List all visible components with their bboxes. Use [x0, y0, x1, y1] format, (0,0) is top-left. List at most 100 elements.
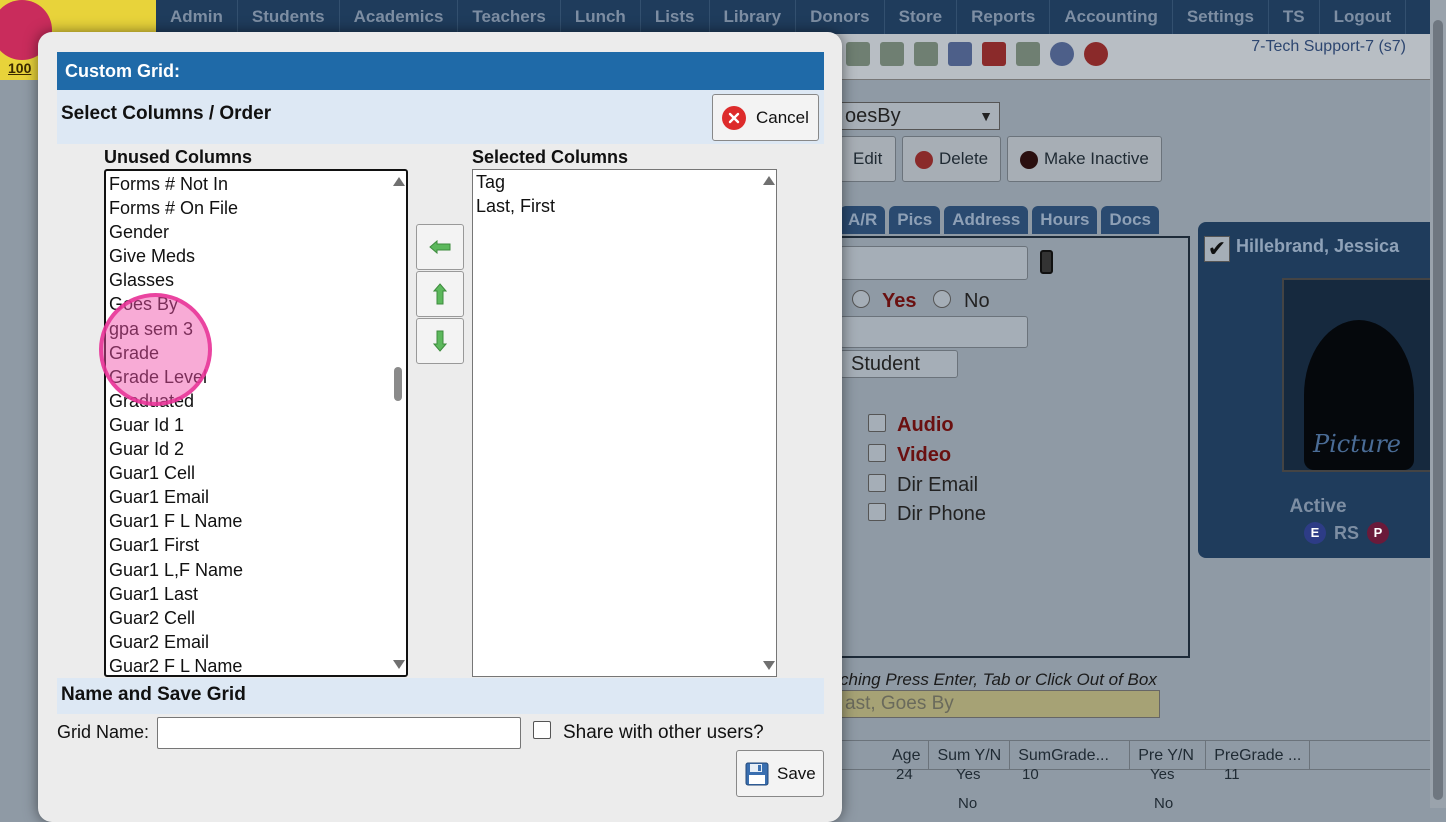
scroll-down-icon[interactable]	[763, 661, 775, 670]
nav-accounting[interactable]: Accounting	[1050, 0, 1173, 34]
card-icon[interactable]	[880, 42, 904, 66]
audio-checkbox[interactable]	[868, 414, 886, 432]
e-badge-icon[interactable]: E	[1304, 522, 1326, 544]
help-icon[interactable]	[1050, 42, 1074, 66]
yes-radio[interactable]	[852, 290, 870, 308]
scroll-up-icon[interactable]	[393, 177, 405, 186]
p-badge-icon[interactable]: P	[1367, 522, 1390, 544]
list-item[interactable]: Glasses	[109, 268, 390, 292]
secondary-field[interactable]	[840, 316, 1028, 348]
student-photo[interactable]: Picture	[1282, 278, 1432, 472]
grid-header-pregrade[interactable]: PreGrade ...	[1206, 741, 1311, 769]
power-icon[interactable]	[1084, 42, 1108, 66]
list-item[interactable]: Tag	[476, 170, 760, 194]
list-item[interactable]: Goes By	[109, 292, 390, 316]
grid-header-sum[interactable]: Sum Y/N	[929, 741, 1011, 769]
list-item[interactable]: Guar2 Email	[109, 630, 390, 654]
delete-button-label: Delete	[939, 149, 989, 168]
cancel-button[interactable]: Cancel	[712, 94, 819, 141]
nav-lists[interactable]: Lists	[641, 0, 710, 34]
tab-pics[interactable]: Pics	[889, 206, 941, 234]
edit-button[interactable]: Edit	[840, 136, 896, 182]
grid-header-sumgrade[interactable]: SumGrade...	[1010, 741, 1131, 769]
nav-store[interactable]: Store	[885, 0, 958, 34]
grid-header-age[interactable]: Age	[840, 741, 930, 769]
edit-button-label: Edit	[853, 149, 883, 168]
money-icon[interactable]	[1016, 42, 1040, 66]
list-item[interactable]: Guar2 F L Name	[109, 654, 390, 675]
list-item[interactable]: Grade Level	[109, 365, 390, 389]
list-item[interactable]: Guar Id 2	[109, 437, 390, 461]
type-select[interactable]: Student	[840, 350, 958, 378]
list-item[interactable]: Graduated	[109, 389, 390, 413]
nav-lunch[interactable]: Lunch	[561, 0, 641, 34]
unused-columns-listbox[interactable]: Forms # Not In Forms # On File Gender Gi…	[104, 169, 408, 677]
nav-ts[interactable]: TS	[1269, 0, 1320, 34]
nav-admin[interactable]: Admin	[156, 0, 238, 34]
list-item[interactable]: Grade	[109, 341, 390, 365]
dir-phone-checkbox[interactable]	[868, 503, 886, 521]
delete-button[interactable]: Delete	[902, 136, 1002, 182]
unused-columns-scroll-thumb[interactable]	[394, 367, 402, 401]
ap-icon[interactable]	[948, 42, 972, 66]
nav-library[interactable]: Library	[710, 0, 797, 34]
list-item[interactable]: Guar1 Last	[109, 582, 390, 606]
list-item[interactable]: gpa sem 3	[109, 317, 390, 341]
share-checkbox[interactable]	[533, 721, 551, 739]
list-item[interactable]: Guar1 First	[109, 533, 390, 557]
list-item[interactable]: Guar1 Cell	[109, 461, 390, 485]
save-button[interactable]: Save	[736, 750, 824, 797]
cell-sum: No	[958, 795, 978, 812]
selected-columns-listbox[interactable]: Tag Last, First	[472, 169, 777, 677]
list-item[interactable]: Give Meds	[109, 244, 390, 268]
video-checkbox[interactable]	[868, 444, 886, 462]
unused-columns-scrollbar[interactable]	[390, 171, 406, 675]
nav-reports[interactable]: Reports	[957, 0, 1051, 34]
grid-header-pre[interactable]: Pre Y/N	[1130, 741, 1207, 769]
scroll-up-icon[interactable]	[763, 176, 775, 185]
table-row[interactable]: 24 Yes 10 Yes 11	[840, 766, 1430, 784]
move-down-button[interactable]	[416, 318, 464, 364]
list-item[interactable]: Guar Id 1	[109, 413, 390, 437]
nav-logout[interactable]: Logout	[1320, 0, 1407, 34]
list-item[interactable]: Guar1 L,F Name	[109, 558, 390, 582]
rs-badge[interactable]: RS	[1334, 523, 1359, 544]
share-label: Share with other users?	[563, 722, 764, 743]
make-inactive-button[interactable]: Make Inactive	[1007, 136, 1162, 182]
list-item[interactable]: Guar2 Cell	[109, 606, 390, 630]
list-item[interactable]: Guar1 Email	[109, 485, 390, 509]
nav-academics[interactable]: Academics	[340, 0, 459, 34]
pdf-icon[interactable]	[982, 42, 1006, 66]
scroll-down-icon[interactable]	[393, 660, 405, 669]
list-item[interactable]: Guar1 F L Name	[109, 509, 390, 533]
sort-select[interactable]: oesBy ▼	[840, 102, 1000, 130]
table-row[interactable]: No No	[840, 795, 1430, 813]
grid-icon[interactable]	[846, 42, 870, 66]
page-scrollbar-thumb[interactable]	[1433, 20, 1443, 800]
list-item[interactable]: Forms # Not In	[109, 172, 390, 196]
page-scrollbar[interactable]	[1430, 0, 1446, 808]
printer-icon[interactable]	[914, 42, 938, 66]
move-up-button[interactable]	[416, 271, 464, 317]
nav-donors[interactable]: Donors	[796, 0, 885, 34]
list-item[interactable]: Forms # On File	[109, 196, 390, 220]
list-item[interactable]: Last, First	[476, 194, 760, 218]
tab-hours[interactable]: Hours	[1032, 206, 1098, 234]
nav-teachers[interactable]: Teachers	[458, 0, 561, 34]
nav-settings[interactable]: Settings	[1173, 0, 1269, 34]
cell-pre: Yes	[1150, 766, 1175, 783]
dir-email-checkbox[interactable]	[868, 474, 886, 492]
phone-field[interactable]	[840, 246, 1028, 280]
search-hint: ching Press Enter, Tab or Click Out of B…	[840, 670, 1157, 689]
tab-ar[interactable]: A/R	[840, 206, 886, 234]
list-item[interactable]: Gender	[109, 220, 390, 244]
student-search-input[interactable]: ast, Goes By	[840, 690, 1160, 718]
nav-students[interactable]: Students	[238, 0, 340, 34]
tab-address[interactable]: Address	[944, 206, 1029, 234]
selected-columns-scrollbar[interactable]	[760, 170, 776, 676]
remove-column-button[interactable]	[416, 224, 464, 270]
no-radio[interactable]	[933, 290, 951, 308]
grid-name-input[interactable]	[157, 717, 521, 749]
tab-docs[interactable]: Docs	[1101, 206, 1159, 234]
checkmark-icon[interactable]: ✔	[1204, 236, 1230, 262]
